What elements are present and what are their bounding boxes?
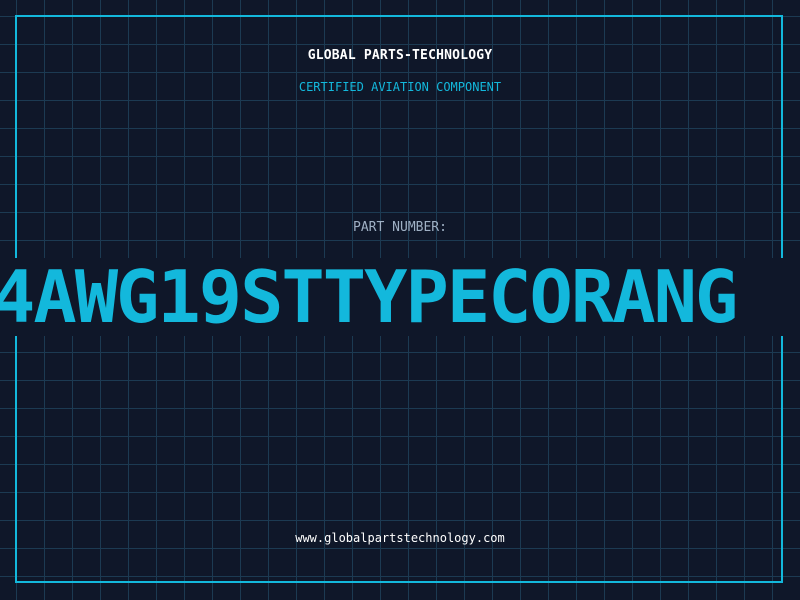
website-url: www.globalpartstechnology.com bbox=[295, 531, 505, 545]
label-card: GLOBAL PARTS-TECHNOLOGY CERTIFIED AVIATI… bbox=[0, 0, 800, 600]
part-number-value: 4AWG19STTYPECORANG bbox=[0, 258, 738, 336]
company-name: GLOBAL PARTS-TECHNOLOGY bbox=[307, 48, 493, 63]
part-number-label: PART NUMBER: bbox=[353, 220, 447, 235]
certification-subtitle: CERTIFIED AVIATION COMPONENT bbox=[298, 80, 502, 94]
part-number-band: 4AWG19STTYPECORANG bbox=[0, 258, 800, 336]
